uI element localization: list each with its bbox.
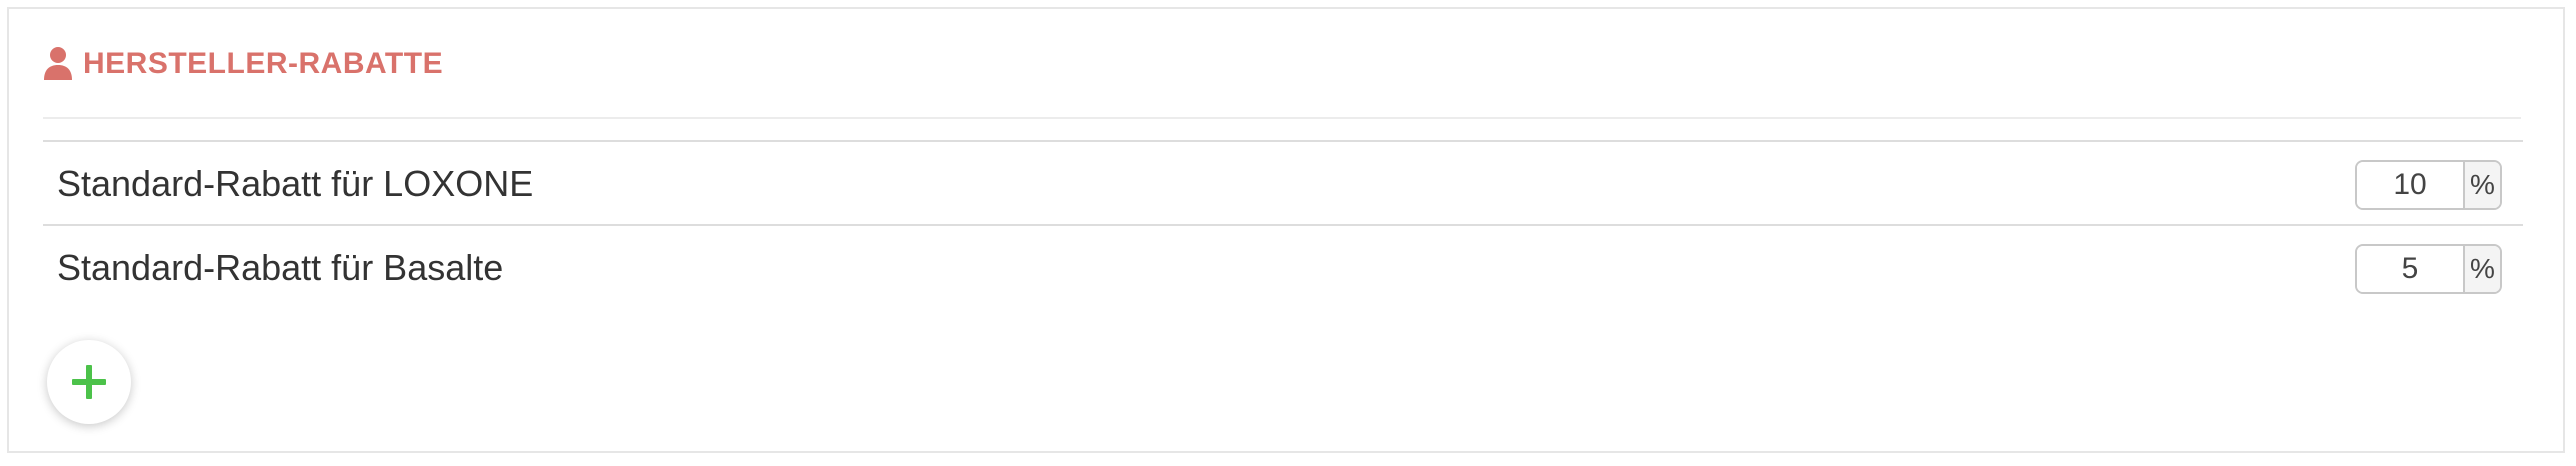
discount-value-input[interactable] (2357, 246, 2463, 292)
divider (43, 117, 2521, 119)
plus-icon (72, 365, 106, 399)
discount-label: Standard-Rabatt für Basalte (57, 247, 504, 288)
percent-addon: % (2463, 246, 2500, 292)
discount-value-input[interactable] (2357, 162, 2463, 208)
discount-input-group: % (2355, 160, 2502, 210)
percent-addon: % (2463, 162, 2500, 208)
discount-label: Standard-Rabatt für LOXONE (57, 163, 534, 204)
discounts-table: Standard-Rabatt für LOXONE % Standard-Ra… (43, 140, 2523, 310)
discount-row: Standard-Rabatt für LOXONE % (43, 142, 2523, 226)
discount-input-group: % (2355, 244, 2502, 294)
user-icon (43, 46, 73, 82)
section-title: HERSTELLER-RABATTE (83, 47, 444, 80)
discount-row: Standard-Rabatt für Basalte % (43, 226, 2523, 310)
add-discount-button[interactable] (47, 340, 131, 424)
section-header: HERSTELLER-RABATTE (43, 44, 443, 84)
